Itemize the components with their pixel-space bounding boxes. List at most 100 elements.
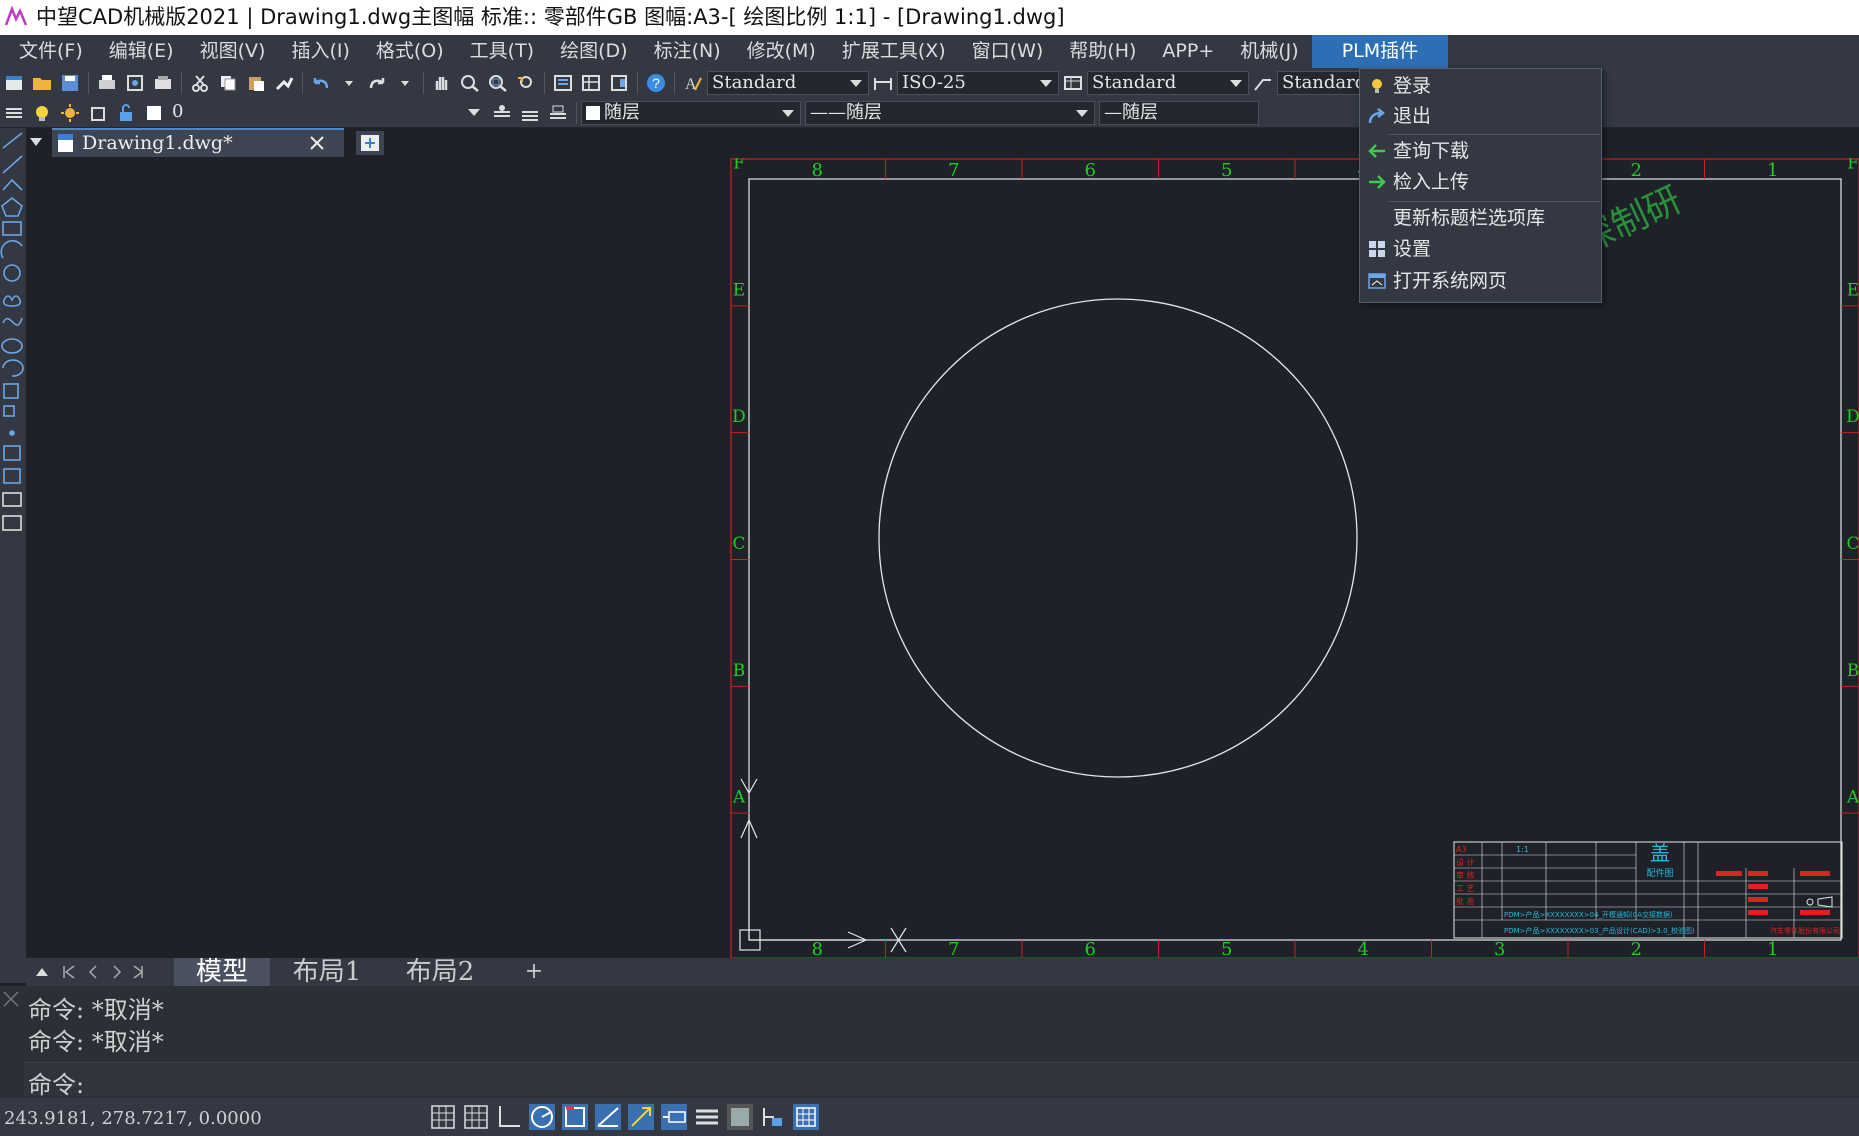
layer-viewport-icon[interactable] — [86, 101, 110, 125]
menu-item-open-web[interactable]: 打开系统网页 — [1360, 266, 1601, 296]
save-icon[interactable] — [58, 71, 82, 95]
polygon-icon[interactable] — [1, 196, 23, 217]
close-icon[interactable] — [2, 990, 20, 1008]
undo-dropdown-icon[interactable] — [337, 71, 361, 95]
object-snap-tracking-icon[interactable] — [595, 1104, 621, 1130]
redo-icon[interactable] — [365, 71, 389, 95]
menu-format[interactable]: 格式(O) — [363, 35, 457, 68]
new-file-icon[interactable] — [2, 71, 26, 95]
layer-lock-icon[interactable] — [114, 101, 138, 125]
tab-layout1[interactable]: 布局1 — [274, 958, 380, 986]
menu-app-plus[interactable]: APP+ — [1149, 35, 1227, 68]
menu-help[interactable]: 帮助(H) — [1056, 35, 1149, 68]
object-snap-icon[interactable] — [562, 1104, 588, 1130]
tab-layout2[interactable]: 布局2 — [386, 958, 494, 986]
ellipse-icon[interactable] — [1, 338, 23, 354]
point-icon[interactable] — [9, 430, 15, 436]
selection-cycling-icon[interactable] — [760, 1104, 786, 1130]
drawn-circle[interactable] — [878, 298, 1358, 778]
transparency-icon[interactable] — [727, 1104, 753, 1130]
lineweight-combo[interactable]: —随层 — [1099, 100, 1259, 125]
print-icon[interactable] — [95, 71, 119, 95]
layer-combo[interactable]: 0 — [168, 101, 488, 125]
table-icon[interactable] — [2, 492, 22, 507]
layer-manager-icon[interactable] — [2, 101, 26, 125]
cut-icon[interactable] — [188, 71, 212, 95]
menu-view[interactable]: 视图(V) — [187, 35, 279, 68]
command-input[interactable]: 命令: — [24, 1062, 1859, 1099]
zoom-window-icon[interactable] — [486, 71, 510, 95]
lineweight-toggle-icon[interactable] — [694, 1104, 720, 1130]
tab-add-layout[interactable]: + — [504, 958, 564, 986]
menu-modify[interactable]: 修改(M) — [734, 35, 829, 68]
help-icon[interactable]: ? — [644, 71, 668, 95]
new-tab-button[interactable] — [356, 131, 384, 155]
layer-on-bulb-icon[interactable] — [30, 101, 54, 125]
menu-draw[interactable]: 绘图(D) — [547, 35, 640, 68]
layer-previous-icon[interactable] — [518, 101, 542, 125]
make-block-icon[interactable] — [3, 405, 15, 417]
rectangle-icon[interactable] — [2, 221, 22, 236]
copy-icon[interactable] — [216, 71, 240, 95]
hatch-icon[interactable] — [3, 445, 21, 461]
plot-icon[interactable] — [151, 71, 175, 95]
menu-edit[interactable]: 编辑(E) — [96, 35, 187, 68]
annotation-monitor-icon[interactable] — [793, 1104, 819, 1130]
region-icon[interactable] — [3, 468, 21, 484]
menu-item-settings[interactable]: 设置 — [1360, 234, 1601, 264]
mleader-style-combo[interactable]: Standard — [1277, 71, 1369, 95]
tab-menu-chevron-icon[interactable] — [28, 134, 44, 150]
menu-item-query-download[interactable]: 查询下载 — [1360, 136, 1601, 166]
zoom-realtime-icon[interactable] — [458, 71, 482, 95]
ortho-icon[interactable] — [496, 1104, 522, 1130]
layout-nav-arrows[interactable] — [34, 964, 144, 980]
insert-block-icon[interactable] — [3, 383, 19, 399]
make-object-layer-current-icon[interactable] — [490, 101, 514, 125]
table-style-icon[interactable] — [1061, 71, 1085, 95]
tab-model[interactable]: 模型 — [174, 958, 270, 986]
tool-palettes-icon[interactable] — [607, 71, 631, 95]
document-tab-drawing1[interactable]: Drawing1.dwg* — [52, 128, 344, 157]
close-icon[interactable] — [309, 135, 325, 151]
color-combo[interactable]: 随层 — [581, 100, 801, 125]
layer-state-icon[interactable] — [546, 101, 570, 125]
ellipse-arc-icon[interactable] — [2, 359, 24, 377]
open-folder-icon[interactable] — [30, 71, 54, 95]
paste-icon[interactable] — [244, 71, 268, 95]
print-preview-icon[interactable] — [123, 71, 147, 95]
zoom-previous-icon[interactable] — [514, 71, 538, 95]
redo-dropdown-icon[interactable] — [393, 71, 417, 95]
menu-item-update-titleblock[interactable]: 更新标题栏选项库 — [1360, 203, 1601, 233]
table-style-combo[interactable]: Standard — [1087, 71, 1249, 95]
menu-item-logout[interactable]: 退出 — [1360, 101, 1601, 131]
menu-plm-plugin[interactable]: PLM插件 — [1311, 35, 1449, 68]
dim-style-combo[interactable]: ISO-25 — [897, 71, 1059, 95]
dynamic-ucs-icon[interactable] — [628, 1104, 654, 1130]
menu-item-login[interactable]: 登录 — [1360, 71, 1601, 101]
revision-cloud-icon[interactable] — [2, 295, 22, 307]
circle-icon[interactable] — [3, 264, 21, 282]
grid-display-icon[interactable] — [463, 1104, 489, 1130]
undo-icon[interactable] — [309, 71, 333, 95]
polyline-icon[interactable] — [2, 178, 23, 191]
line-tool-icon[interactable] — [2, 132, 23, 149]
properties-icon[interactable] — [551, 71, 575, 95]
mtext-icon[interactable] — [2, 515, 22, 531]
spline-icon[interactable] — [2, 317, 23, 326]
menu-file[interactable]: 文件(F) — [6, 35, 96, 68]
menu-express-tools[interactable]: 扩展工具(X) — [829, 35, 959, 68]
menu-item-checkin-upload[interactable]: 检入上传 — [1360, 167, 1601, 197]
menu-mechanical[interactable]: 机械(J) — [1227, 35, 1311, 68]
mleader-style-icon[interactable] — [1251, 71, 1275, 95]
menu-tools[interactable]: 工具(T) — [457, 35, 547, 68]
construction-line-icon[interactable] — [2, 155, 23, 174]
menu-insert[interactable]: 插入(I) — [278, 35, 362, 68]
linetype-combo[interactable]: ——随层 — [805, 100, 1095, 125]
pan-hand-icon[interactable] — [430, 71, 454, 95]
snap-grid-icon[interactable] — [430, 1104, 456, 1130]
dim-style-icon[interactable] — [871, 71, 895, 95]
layer-freeze-sun-icon[interactable] — [58, 101, 82, 125]
menu-window[interactable]: 窗口(W) — [959, 35, 1057, 68]
match-properties-icon[interactable] — [272, 71, 296, 95]
polar-tracking-icon[interactable] — [529, 1104, 555, 1130]
